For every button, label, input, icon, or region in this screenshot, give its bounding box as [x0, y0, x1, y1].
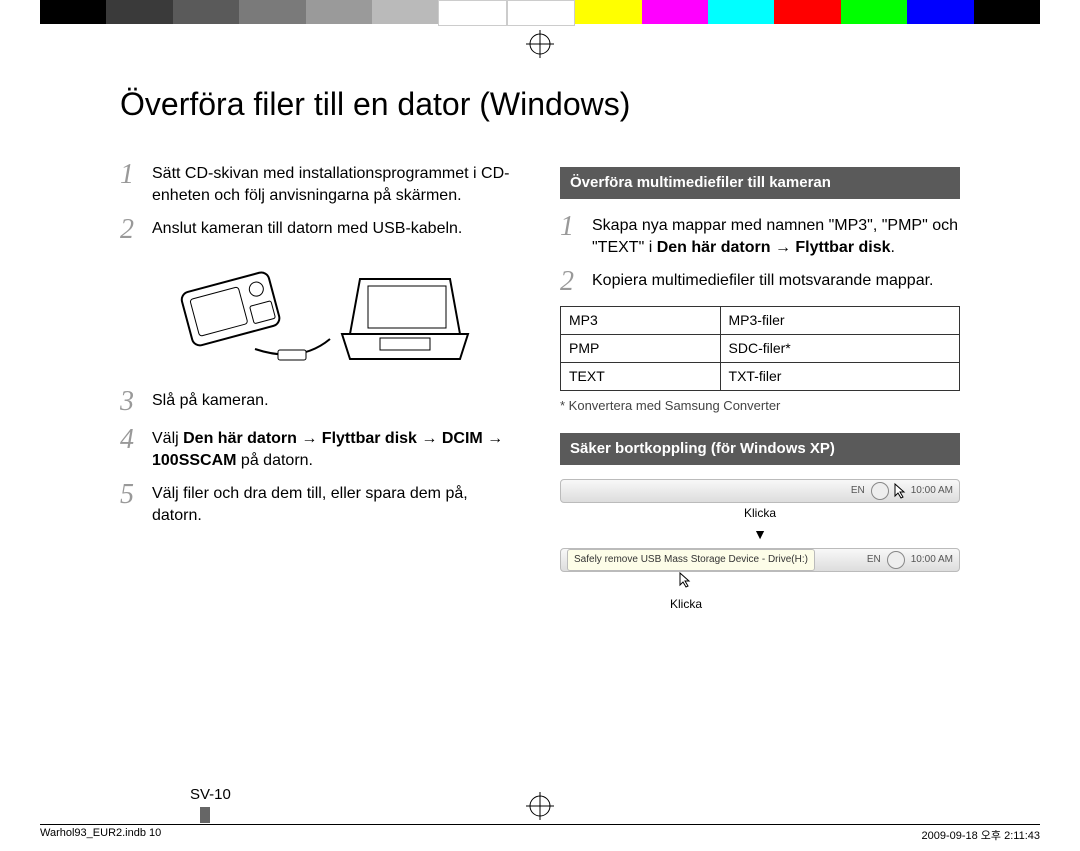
arrow-down-icon: ▼ [560, 525, 960, 544]
step-number: 5 [120, 481, 152, 526]
left-column: 1 Sätt CD-skivan med installationsprogra… [120, 161, 520, 612]
right-step-1: 1 Skapa nya mappar med namnen "MP3", "PM… [560, 213, 960, 258]
klicka-label: Klicka [560, 505, 960, 521]
step-number: 3 [120, 388, 152, 416]
page-marker [200, 807, 210, 823]
table-row: PMPSDC-filer* [561, 335, 960, 363]
print-color-bar [40, 0, 1040, 24]
lang-indicator: EN [851, 484, 865, 498]
camera-laptop-diagram [120, 254, 520, 374]
step4-prefix: Välj [152, 430, 183, 447]
lang-indicator: EN [867, 553, 881, 567]
right-column: Överföra multimediefiler till kameran 1 … [560, 161, 960, 612]
step-5: 5 Välj filer och dra dem till, eller spa… [120, 481, 520, 526]
print-file-info: Warhol93_EUR2.indb 10 [40, 827, 161, 843]
step4-path: Den här datorn → Flyttbar disk → DCIM → … [152, 430, 503, 469]
step4-suffix: på datorn. [236, 452, 313, 469]
step-number: 4 [120, 426, 152, 471]
taskbar-illustration-1: EN 10:00 AM [560, 479, 960, 503]
cell: TXT-filer [720, 363, 959, 391]
safe-remove-icon [887, 551, 905, 569]
subheading-multimedia: Överföra multimediefiler till kameran [560, 167, 960, 199]
cursor-icon [680, 573, 690, 587]
safe-remove-icon [871, 482, 889, 500]
print-footer: Warhol93_EUR2.indb 10 2009-09-18 오후 2:11… [40, 824, 1040, 843]
clock: 10:00 AM [911, 484, 953, 498]
step-text: Välj Den här datorn → Flyttbar disk → DC… [152, 426, 520, 471]
cell: MP3-filer [720, 307, 959, 335]
step-number: 1 [120, 161, 152, 206]
table-row: TEXTTXT-filer [561, 363, 960, 391]
r1-path: Den här datorn → Flyttbar disk [657, 239, 891, 256]
step-text: Välj filer och dra dem till, eller spara… [152, 481, 520, 526]
cell: TEXT [561, 363, 721, 391]
file-type-table: MP3MP3-filer PMPSDC-filer* TEXTTXT-filer [560, 306, 960, 391]
klicka-label: Klicka [560, 596, 960, 612]
clock: 10:00 AM [911, 553, 953, 567]
cell: MP3 [561, 307, 721, 335]
page-number: SV-10 [190, 786, 231, 803]
right-step-2: 2 Kopiera multimediefiler till motsvaran… [560, 268, 960, 296]
taskbar-illustration-2: Safely remove USB Mass Storage Device - … [560, 548, 960, 572]
step-text: Slå på kameran. [152, 388, 269, 416]
print-timestamp: 2009-09-18 오후 2:11:43 [921, 827, 1040, 843]
step-number: 1 [560, 213, 592, 258]
step-4: 4 Välj Den här datorn → Flyttbar disk → … [120, 426, 520, 471]
step-number: 2 [120, 216, 152, 244]
cell: SDC-filer* [720, 335, 959, 363]
step-3: 3 Slå på kameran. [120, 388, 520, 416]
page-title: Överföra filer till en dator (Windows) [120, 86, 1080, 123]
table-row: MP3MP3-filer [561, 307, 960, 335]
step-number: 2 [560, 268, 592, 296]
cell: PMP [561, 335, 721, 363]
table-footnote: * Konvertera med Samsung Converter [560, 397, 960, 415]
registration-mark-icon [526, 792, 554, 825]
step-text: Sätt CD-skivan med installationsprogramm… [152, 161, 520, 206]
safe-remove-balloon: Safely remove USB Mass Storage Device - … [567, 549, 815, 571]
step-text: Kopiera multimediefiler till motsvarande… [592, 268, 933, 296]
step-text: Skapa nya mappar med namnen "MP3", "PMP"… [592, 213, 960, 258]
step-text: Anslut kameran till datorn med USB-kabel… [152, 216, 462, 244]
step-2: 2 Anslut kameran till datorn med USB-kab… [120, 216, 520, 244]
cursor-icon [895, 484, 905, 498]
r1-suffix: . [891, 239, 895, 256]
registration-mark-icon [526, 30, 554, 58]
subheading-safe-remove: Säker bortkoppling (för Windows XP) [560, 433, 960, 465]
step-1: 1 Sätt CD-skivan med installationsprogra… [120, 161, 520, 206]
